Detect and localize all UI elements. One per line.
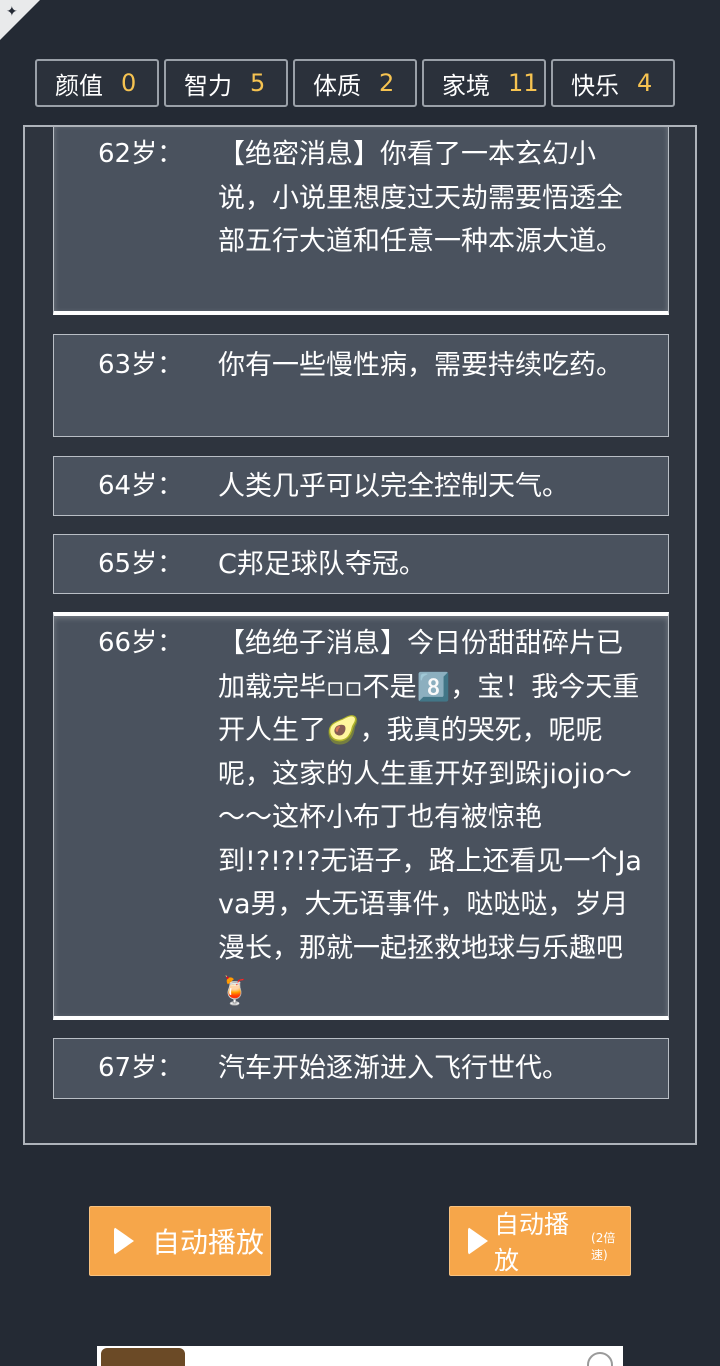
log-entry: 65岁： C邦足球队夺冠。 — [53, 534, 669, 594]
log-age: 64岁： — [98, 471, 184, 501]
stat-happiness: 快乐 4 — [551, 59, 675, 107]
stat-value: 2 — [379, 69, 395, 97]
stat-constitution: 体质 2 — [293, 59, 417, 107]
play-icon — [114, 1227, 134, 1255]
log-text: 【绝密消息】你看了一本玄幻小说，小说里想度过天劫需要悟透全部五行大道和任意一种本… — [218, 139, 623, 257]
auto-play-button[interactable]: 自动播放 — [89, 1206, 271, 1276]
stat-label: 家境 — [442, 71, 490, 100]
stat-label: 智力 — [184, 71, 232, 100]
log-age: 66岁： — [98, 628, 184, 658]
stat-label: 快乐 — [571, 71, 619, 100]
ad-banner[interactable] — [97, 1346, 623, 1366]
stat-label: 体质 — [313, 71, 361, 100]
auto-play-2x-label: 自动播放 — [494, 1210, 570, 1275]
log-entry: 66岁： 【绝绝子消息】今日份甜甜碎片已加载完毕▫▫不是8️⃣，宝！我今天重开人… — [53, 612, 669, 1020]
log-text: 你有一些慢性病，需要持续吃药。 — [218, 350, 623, 381]
log-age: 65岁： — [98, 549, 184, 579]
pin-icon: ✦ — [6, 4, 18, 20]
log-age: 62岁： — [98, 139, 184, 169]
stat-label: 颜值 — [55, 71, 103, 100]
log-text: 【绝绝子消息】今日份甜甜碎片已加载完毕▫▫不是8️⃣，宝！我今天重开人生了🥑，我… — [218, 628, 642, 1007]
log-entry: 62岁： 【绝密消息】你看了一本玄幻小说，小说里想度过天劫需要悟透全部五行大道和… — [53, 127, 669, 315]
log-age: 67岁： — [98, 1053, 184, 1083]
life-log-panel[interactable]: 62岁： 【绝密消息】你看了一本玄幻小说，小说里想度过天劫需要悟透全部五行大道和… — [23, 125, 697, 1145]
log-entry: 64岁： 人类几乎可以完全控制天气。 — [53, 456, 669, 516]
log-entry: 63岁： 你有一些慢性病，需要持续吃药。 — [53, 334, 669, 437]
ad-thumbnail — [101, 1348, 185, 1366]
stat-appearance: 颜值 0 — [35, 59, 159, 107]
auto-play-label: 自动播放 — [152, 1226, 265, 1259]
stat-family: 家境 11 — [422, 59, 546, 107]
play-icon — [468, 1227, 488, 1255]
log-entry: 67岁： 汽车开始逐渐进入飞行世代。 — [53, 1038, 669, 1099]
auto-play-2x-button[interactable]: 自动播放 (2倍速) — [449, 1206, 631, 1276]
stat-value: 5 — [250, 69, 266, 97]
stat-value: 11 — [508, 69, 539, 97]
stat-value: 0 — [121, 69, 137, 97]
log-text: 汽车开始逐渐进入飞行世代。 — [218, 1053, 569, 1084]
log-age: 63岁： — [98, 350, 184, 380]
stat-intelligence: 智力 5 — [164, 59, 288, 107]
speed-suffix: (2倍速) — [591, 1231, 616, 1262]
log-text: C邦足球队夺冠。 — [218, 549, 426, 580]
log-text: 人类几乎可以完全控制天气。 — [218, 471, 569, 502]
ad-close-icon[interactable] — [587, 1352, 613, 1366]
stats-bar: 颜值 0 智力 5 体质 2 家境 11 快乐 4 — [35, 59, 675, 107]
stat-value: 4 — [637, 69, 653, 97]
